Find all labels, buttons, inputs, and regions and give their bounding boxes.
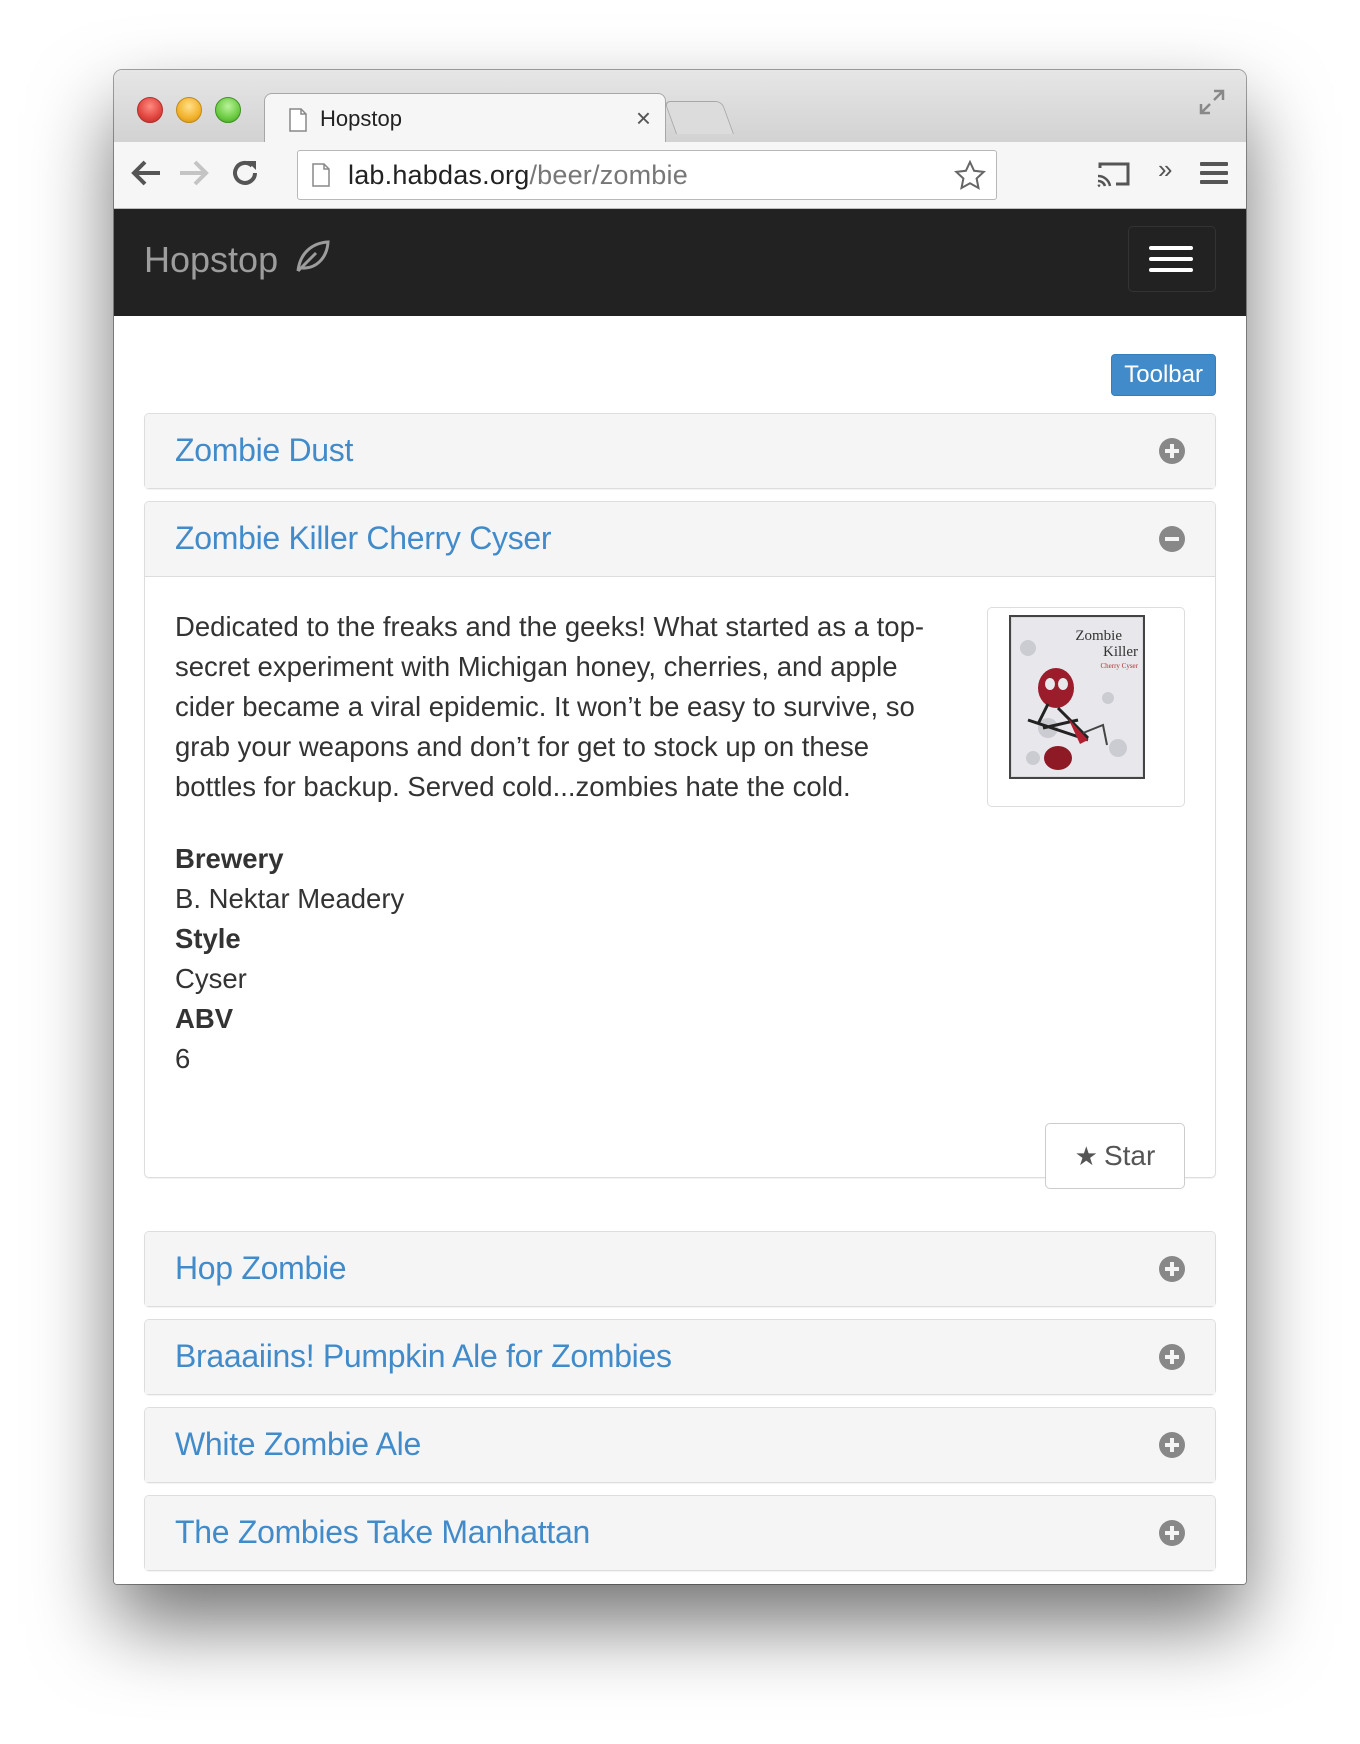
- extensions-overflow-icon[interactable]: »: [1158, 154, 1172, 185]
- browser-window: Hopstop × lab.habdas.org/beer/zombie » H…: [114, 70, 1246, 1584]
- brewery-value: B. Nektar Meadery: [175, 883, 405, 914]
- panel-heading[interactable]: Braaaiins! Pumpkin Ale for Zombies: [145, 1320, 1215, 1394]
- brewery-label: Brewery: [175, 843, 284, 874]
- panel-heading[interactable]: Hop Zombie: [145, 1232, 1215, 1306]
- hamburger-bar: [1149, 246, 1193, 250]
- panel-heading[interactable]: The Zombies Take Manhattan: [145, 1496, 1215, 1570]
- url-text: lab.habdas.org/beer/zombie: [348, 160, 688, 191]
- document-icon: [289, 108, 307, 137]
- beer-details: Brewery B. Nektar Meadery Style Cyser AB…: [175, 839, 404, 1079]
- label-title-line: Cherry Cyser: [1100, 662, 1138, 670]
- panel-heading[interactable]: White Zombie Ale: [145, 1408, 1215, 1482]
- new-tab-button[interactable]: [663, 101, 735, 134]
- beer-title[interactable]: Hop Zombie: [175, 1250, 347, 1287]
- style-value: Cyser: [175, 963, 247, 994]
- expand-plus-icon[interactable]: [1159, 438, 1185, 469]
- beer-panel: White Zombie Ale: [144, 1407, 1216, 1483]
- url-host: lab.habdas.org: [348, 160, 530, 190]
- main-content: Toolbar Zombie Dust Zombie Killer Cherry…: [114, 316, 1246, 1584]
- beer-panel: Zombie Dust: [144, 413, 1216, 489]
- label-title-line: Zombie: [1075, 628, 1122, 644]
- beer-title[interactable]: Zombie Killer Cherry Cyser: [175, 520, 552, 557]
- leaf-icon: [294, 239, 330, 280]
- hamburger-bar: [1149, 268, 1193, 272]
- beer-title[interactable]: White Zombie Ale: [175, 1426, 421, 1463]
- beer-description: Dedicated to the freaks and the geeks! W…: [175, 611, 925, 802]
- forward-arrow-icon[interactable]: [178, 158, 210, 193]
- beer-label-image: Zombie Killer Cherry Cyser: [1009, 615, 1145, 779]
- url-path: /beer/zombie: [529, 160, 688, 190]
- beer-title[interactable]: Braaaiins! Pumpkin Ale for Zombies: [175, 1338, 672, 1375]
- back-arrow-icon[interactable]: [130, 158, 162, 193]
- hamburger-bar: [1149, 257, 1193, 261]
- panel-heading[interactable]: Zombie Killer Cherry Cyser: [145, 502, 1215, 577]
- beer-panel: Braaaiins! Pumpkin Ale for Zombies: [144, 1319, 1216, 1395]
- toolbar-button[interactable]: Toolbar: [1111, 354, 1216, 396]
- page-icon: [312, 163, 330, 192]
- brand-link[interactable]: Hopstop: [144, 239, 278, 281]
- beer-label-thumbnail[interactable]: Zombie Killer Cherry Cyser: [987, 607, 1185, 807]
- cast-icon[interactable]: [1096, 160, 1132, 193]
- close-window-button[interactable]: [137, 97, 163, 123]
- style-label: Style: [175, 923, 241, 954]
- navbar-toggle-button[interactable]: [1128, 226, 1216, 292]
- abv-value: 6: [175, 1043, 191, 1074]
- bookmark-star-icon[interactable]: [954, 159, 986, 195]
- label-title-line: Killer: [1103, 644, 1138, 660]
- expand-plus-icon[interactable]: [1159, 1344, 1185, 1375]
- beer-title[interactable]: The Zombies Take Manhattan: [175, 1514, 590, 1551]
- fullscreen-icon[interactable]: [1198, 88, 1226, 121]
- expand-plus-icon[interactable]: [1159, 1432, 1185, 1463]
- panel-body: Dedicated to the freaks and the geeks! W…: [145, 577, 1215, 1189]
- reload-icon[interactable]: [230, 158, 260, 193]
- expand-plus-icon[interactable]: [1159, 1520, 1185, 1551]
- tab-close-icon[interactable]: ×: [636, 103, 651, 134]
- beer-title[interactable]: Zombie Dust: [175, 432, 353, 469]
- chrome-menu-icon[interactable]: [1199, 160, 1229, 191]
- star-button[interactable]: ★ Star: [1045, 1123, 1185, 1189]
- address-bar[interactable]: lab.habdas.org/beer/zombie: [297, 150, 997, 200]
- collapse-minus-icon[interactable]: [1159, 526, 1185, 557]
- browser-tab[interactable]: Hopstop ×: [264, 93, 666, 144]
- tab-strip: Hopstop ×: [114, 70, 1246, 144]
- zoom-window-button[interactable]: [215, 97, 241, 123]
- app-navbar: Hopstop: [114, 209, 1246, 317]
- browser-toolbar: lab.habdas.org/beer/zombie »: [114, 142, 1246, 209]
- beer-panel-expanded: Zombie Killer Cherry Cyser Dedicated to …: [144, 501, 1216, 1189]
- expand-plus-icon[interactable]: [1159, 1256, 1185, 1287]
- star-icon: ★: [1074, 1141, 1098, 1171]
- minimize-window-button[interactable]: [176, 97, 202, 123]
- tab-title: Hopstop: [320, 106, 402, 131]
- beer-panel: Hop Zombie: [144, 1231, 1216, 1307]
- beer-panel: The Zombies Take Manhattan: [144, 1495, 1216, 1571]
- star-button-label: Star: [1103, 1140, 1156, 1171]
- panel-heading[interactable]: Zombie Dust: [145, 414, 1215, 488]
- abv-label: ABV: [175, 1003, 234, 1034]
